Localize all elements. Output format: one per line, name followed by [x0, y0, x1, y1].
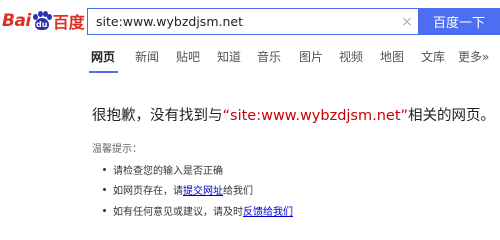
logo-text-baidu: 百度	[52, 13, 85, 32]
header: Bai du 百度 site:www.wybzdjsm.net × 百度一下 网…	[0, 0, 500, 74]
tab-tieba[interactable]: 贴吧	[176, 48, 200, 65]
no-results-suffix: 相关的网页。	[408, 108, 496, 124]
search-tabs: 网页 新闻 贴吧 知道 音乐 图片 视频 地图 文库 更多»	[0, 44, 500, 74]
tab-wenku[interactable]: 文库	[421, 48, 445, 65]
search-input-value[interactable]: site:www.wybzdjsm.net	[88, 14, 396, 29]
search-input[interactable]: site:www.wybzdjsm.net ×	[87, 8, 418, 35]
tip-item: 如网页存在，请 提交网址 给我们	[103, 182, 253, 197]
logo-text-bai: Bai	[2, 11, 31, 31]
bullet-icon	[103, 188, 106, 191]
tab-map[interactable]: 地图	[380, 48, 404, 65]
no-results-message: 很抱歉，没有找到与“site:www.wybzdjsm.net”相关的网页。	[92, 104, 495, 125]
no-results-prefix: 很抱歉，没有找到与	[92, 108, 223, 124]
tip-text-prefix: 如有任何意见或建议，请及时	[113, 207, 243, 218]
tab-images[interactable]: 图片	[299, 48, 323, 65]
search-button[interactable]: 百度一下	[418, 8, 500, 35]
no-results-query: “site:www.wybzdjsm.net”	[222, 108, 409, 124]
clear-icon[interactable]: ×	[396, 14, 418, 30]
submit-url-link[interactable]: 提交网址	[183, 182, 223, 197]
results-area: 很抱歉，没有找到与“site:www.wybzdjsm.net”相关的网页。 温…	[0, 74, 500, 237]
tab-news[interactable]: 新闻	[135, 48, 159, 65]
tab-web[interactable]: 网页	[91, 48, 115, 65]
feedback-link[interactable]: 反馈给我们	[243, 203, 293, 218]
tab-more[interactable]: 更多»	[458, 48, 489, 65]
tips-title: 温馨提示：	[92, 144, 142, 155]
tab-music[interactable]: 音乐	[257, 48, 281, 65]
tab-video[interactable]: 视频	[339, 48, 363, 65]
tip-text: 请检查您的输入是否正确	[113, 166, 223, 177]
tip-text-prefix: 如网页存在，请	[113, 186, 183, 197]
tab-zhidao[interactable]: 知道	[217, 48, 241, 65]
tip-item: 如有任何意见或建议，请及时 反馈给我们	[103, 203, 293, 218]
active-tab-indicator	[89, 71, 118, 73]
tip-text-suffix: 给我们	[223, 186, 253, 197]
baidu-logo[interactable]: Bai du 百度	[2, 9, 85, 33]
bullet-icon	[103, 209, 106, 212]
bullet-icon	[103, 168, 106, 171]
paw-icon: du	[32, 11, 52, 31]
tip-item: 请检查您的输入是否正确	[103, 162, 223, 177]
